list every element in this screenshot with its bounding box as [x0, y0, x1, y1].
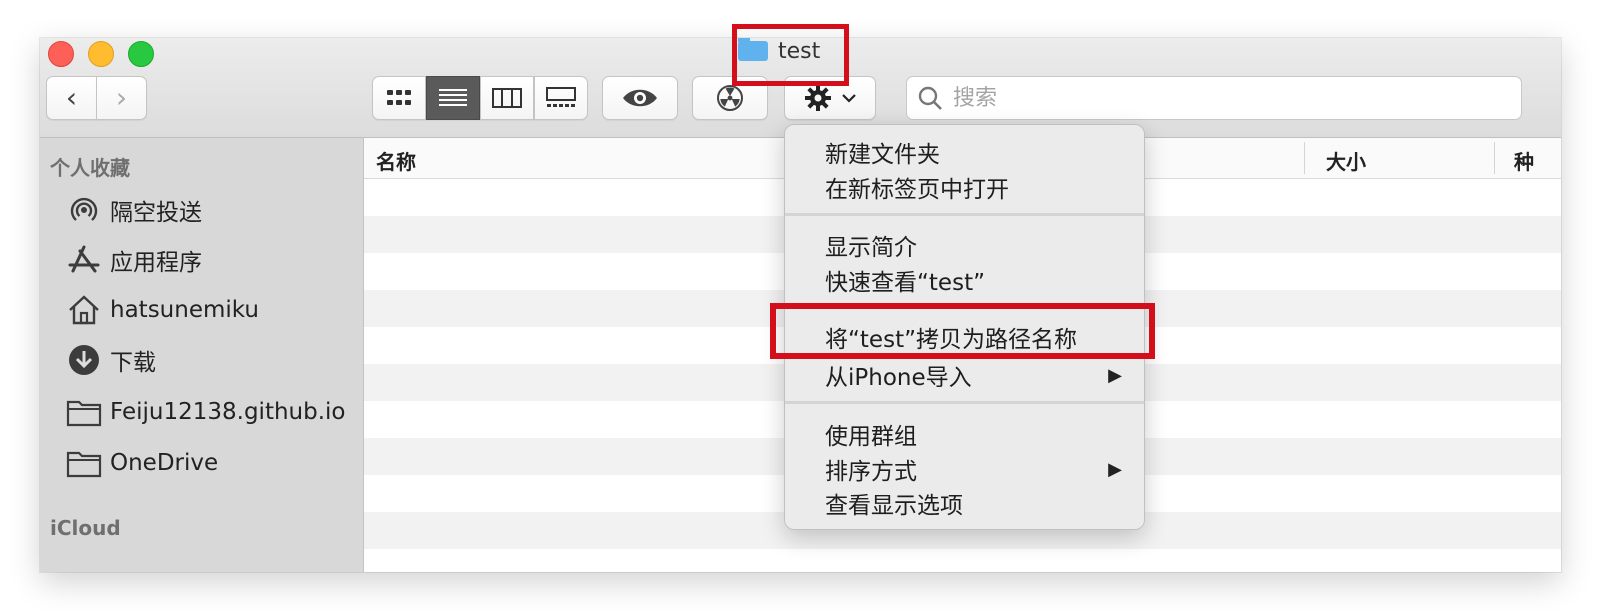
menu-item-use-groups[interactable]: 使用群组: [825, 417, 917, 451]
sidebar-item-onedrive[interactable]: OneDrive: [66, 441, 218, 485]
menu-item-get-info[interactable]: 显示简介: [825, 228, 917, 262]
chevron-down-icon: [842, 94, 856, 103]
table-row: [364, 549, 1561, 572]
gear-icon: [805, 85, 831, 111]
minimize-window-button[interactable]: [88, 41, 114, 67]
back-button[interactable]: ‹: [46, 76, 97, 120]
search-icon: [918, 86, 942, 110]
sidebar-section-icloud: iCloud: [50, 516, 121, 540]
sidebar-item-label: 应用程序: [110, 250, 202, 276]
list-view-button[interactable]: [426, 76, 480, 120]
sidebar-item-home[interactable]: hatsunemiku: [66, 288, 259, 332]
sidebar-item-label: OneDrive: [110, 450, 219, 476]
menu-item-new-folder[interactable]: 新建文件夹: [825, 135, 940, 169]
column-divider[interactable]: [1304, 142, 1305, 174]
folder-icon: [66, 445, 102, 481]
icon-view-button[interactable]: [372, 76, 426, 120]
column-header-kind[interactable]: 种: [1514, 146, 1534, 175]
sidebar-item-label: Feiju12138.github.io: [110, 399, 346, 425]
menu-separator: [785, 401, 1144, 404]
navigation-buttons: ‹ ›: [46, 76, 148, 120]
submenu-arrow-icon: ▶: [1108, 365, 1122, 386]
sidebar: 个人收藏 隔空投送 应用程序 hatsunemiku 下载 Feiju12138…: [40, 138, 364, 572]
menu-item-quick-look[interactable]: 快速查看“test”: [825, 263, 985, 297]
sidebar-item-applications[interactable]: 应用程序: [66, 238, 202, 282]
chevron-right-icon: ›: [115, 81, 128, 114]
chevron-left-icon: ‹: [65, 81, 78, 114]
submenu-arrow-icon: ▶: [1108, 459, 1122, 480]
menu-separator: [785, 213, 1144, 216]
column-view-icon: [492, 88, 522, 108]
column-header-size[interactable]: 大小: [1326, 146, 1366, 175]
highlight-box-copy-pathname: [770, 303, 1155, 359]
download-icon: [66, 342, 102, 378]
sidebar-item-label: 隔空投送: [110, 200, 202, 226]
folder-icon: [66, 394, 102, 430]
radiation-icon: [717, 85, 743, 111]
menu-item-show-view-options[interactable]: 查看显示选项: [825, 486, 963, 520]
airdrop-icon: [66, 192, 102, 228]
menu-item-label: 排序方式: [825, 459, 917, 485]
highlight-box-action-button: [732, 24, 849, 86]
quick-look-button[interactable]: [602, 76, 678, 120]
search-field[interactable]: [906, 76, 1522, 120]
icon-view-icon: [387, 90, 411, 105]
sidebar-section-favorites: 个人收藏: [50, 156, 130, 180]
list-view-icon: [439, 89, 467, 106]
view-mode-selector: [372, 76, 588, 120]
menu-item-sort-by[interactable]: 排序方式: [825, 452, 917, 486]
close-window-button[interactable]: [48, 41, 74, 67]
column-divider[interactable]: [1494, 142, 1495, 174]
sidebar-item-label: hatsunemiku: [110, 297, 259, 323]
menu-item-open-in-new-tab[interactable]: 在新标签页中打开: [825, 170, 1009, 204]
column-header-name[interactable]: 名称: [376, 146, 416, 175]
menu-item-import-from-iphone[interactable]: 从iPhone导入: [825, 358, 972, 392]
forward-button[interactable]: ›: [96, 76, 147, 120]
search-input[interactable]: [951, 84, 1515, 112]
zoom-window-button[interactable]: [128, 41, 154, 67]
sidebar-item-downloads[interactable]: 下载: [66, 338, 156, 382]
menu-item-label: 从iPhone导入: [825, 365, 972, 391]
home-icon: [66, 292, 102, 328]
sidebar-item-airdrop[interactable]: 隔空投送: [66, 188, 202, 232]
gallery-view-icon: [546, 87, 576, 107]
sidebar-item-folder-github[interactable]: Feiju12138.github.io: [66, 390, 346, 434]
applications-icon: [66, 242, 102, 278]
sidebar-item-label: 下载: [110, 350, 156, 376]
column-view-button[interactable]: [480, 76, 534, 120]
gallery-view-button[interactable]: [534, 76, 588, 120]
eye-icon: [623, 89, 657, 107]
